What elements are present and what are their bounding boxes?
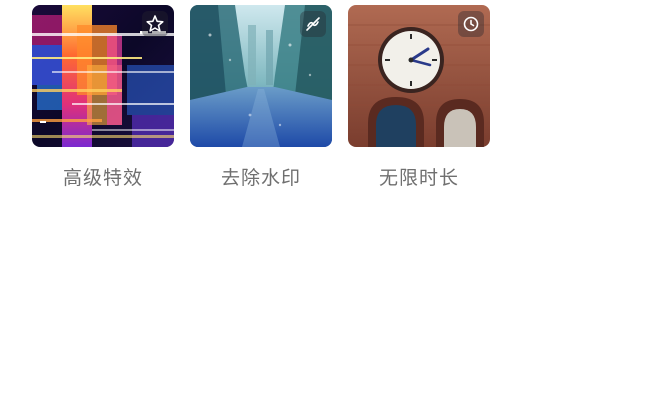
feature-grid: 高级特效 去除水印 无限时长 bbox=[32, 5, 490, 190]
feature-advanced-effects[interactable]: 高级特效 bbox=[32, 5, 174, 190]
timer-icon bbox=[458, 11, 484, 37]
feature-remove-watermark[interactable]: 去除水印 bbox=[190, 5, 332, 190]
premium-features-page: 高级特效 去除水印 无限时长 bbox=[0, 0, 670, 415]
feature-thumbnail bbox=[32, 5, 174, 147]
feature-thumbnail bbox=[348, 5, 490, 147]
feature-label: 无限时长 bbox=[378, 167, 459, 189]
feature-thumbnail bbox=[190, 5, 332, 147]
sparkle-icon bbox=[142, 11, 168, 37]
feature-unlimited-duration[interactable]: 无限时长 bbox=[348, 5, 490, 190]
no-watermark-icon bbox=[300, 11, 326, 37]
feature-label: 去除水印 bbox=[220, 167, 301, 189]
feature-label: 高级特效 bbox=[62, 167, 143, 189]
